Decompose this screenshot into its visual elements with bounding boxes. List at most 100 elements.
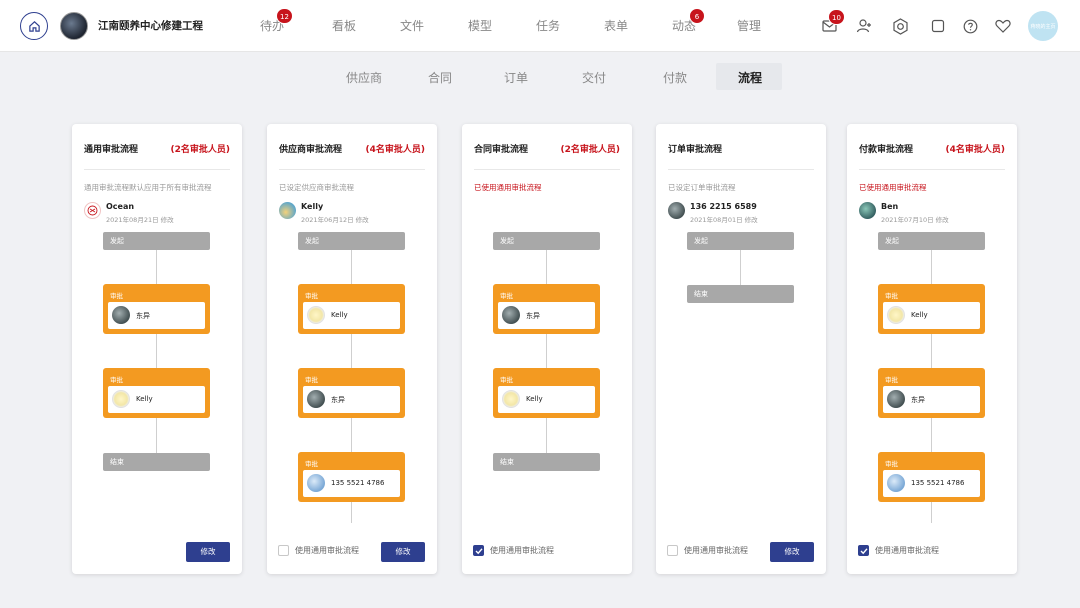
card-contract-workflow: 合同审批流程 (2名审批人员) 已使用通用审批流程 发起 审批 东异 审批 Ke… — [462, 124, 632, 574]
home-button[interactable] — [20, 12, 48, 40]
approval-node[interactable]: 审批 东异 — [493, 284, 600, 334]
approver-avatar — [887, 306, 905, 324]
help-icon[interactable] — [961, 17, 979, 35]
edit-button[interactable]: 修改 — [770, 542, 814, 562]
nav-forms[interactable]: 表单 — [604, 17, 628, 34]
approval-node[interactable]: 审批 135 5521 4786 — [298, 452, 405, 502]
approver-chip: 135 5521 4786 — [883, 470, 980, 497]
use-general-label[interactable]: 使用通用审批流程 — [490, 545, 554, 556]
approver-chip: 东异 — [498, 302, 595, 329]
settings-icon[interactable] — [891, 17, 909, 35]
approver-avatar — [502, 390, 520, 408]
approver-chip: 东异 — [108, 302, 205, 329]
card-title: 通用审批流程 — [84, 145, 139, 155]
nav-files[interactable]: 文件 — [400, 17, 424, 34]
approver-count: (2名审批人员) — [170, 145, 231, 155]
use-general-checkbox[interactable] — [667, 545, 678, 556]
project-title[interactable]: 江南颐养中心修建工程 — [98, 18, 203, 33]
approver-count: (4名审批人员) — [365, 145, 426, 155]
approval-label: 审批 — [500, 376, 513, 384]
tab-contracts[interactable]: 合同 — [428, 69, 452, 86]
top-bar: 江南颐养中心修建工程 待办 12 看板 文件 模型 任务 表单 动态 6 管理 … — [0, 0, 1080, 52]
nav-board[interactable]: 看板 — [332, 17, 356, 34]
approver-avatar — [307, 306, 325, 324]
approval-node[interactable]: 审批 东异 — [298, 368, 405, 418]
card-description: 已设定供应商审批流程 — [279, 183, 354, 192]
approver-name: 东异 — [136, 312, 150, 320]
card-description: 通用审批流程默认应用于所有审批流程 — [84, 183, 212, 192]
divider — [859, 169, 1005, 170]
approver-name: 东异 — [911, 396, 925, 404]
tab-orders[interactable]: 订单 — [504, 69, 528, 86]
approval-node[interactable]: 审批 Kelly — [493, 368, 600, 418]
approver-avatar — [502, 306, 520, 324]
approver-chip: Kelly — [498, 386, 595, 413]
edit-button[interactable]: 修改 — [186, 542, 230, 562]
editor-avatar — [859, 202, 876, 219]
approver-avatar — [112, 306, 130, 324]
use-general-checkbox-row[interactable]: 使用通用审批流程 — [667, 545, 748, 556]
approval-node[interactable]: 审批 Kelly — [298, 284, 405, 334]
approval-node[interactable]: 审批 Kelly — [103, 368, 210, 418]
end-node: 结束 — [493, 453, 600, 471]
card-title: 订单审批流程 — [668, 145, 723, 155]
editor-avatar — [668, 202, 685, 219]
card-description: 已设定订单审批流程 — [668, 183, 736, 192]
card-title: 供应商审批流程 — [279, 145, 343, 155]
use-general-checkbox[interactable] — [858, 545, 869, 556]
home-icon — [28, 20, 40, 32]
end-node: 结束 — [687, 285, 794, 303]
check-icon — [860, 547, 868, 554]
tab-workflow[interactable]: 流程 — [738, 69, 762, 86]
use-general-checkbox-row[interactable]: 使用通用审批流程 — [473, 545, 554, 556]
nav-tasks[interactable]: 任务 — [536, 17, 560, 34]
tab-payment[interactable]: 付款 — [663, 69, 687, 86]
use-general-label[interactable]: 使用通用审批流程 — [684, 545, 748, 556]
approver-chip: 135 5521 4786 — [303, 470, 400, 497]
approver-avatar — [307, 390, 325, 408]
approval-label: 审批 — [885, 460, 898, 468]
use-general-checkbox-row[interactable]: 使用通用审批流程 — [858, 545, 939, 556]
approval-label: 审批 — [110, 376, 123, 384]
use-general-checkbox[interactable] — [473, 545, 484, 556]
tab-delivery[interactable]: 交付 — [582, 69, 606, 86]
approver-name: 135 5521 4786 — [331, 479, 385, 487]
edit-button[interactable]: 修改 — [381, 542, 425, 562]
approval-node[interactable]: 审批 东异 — [878, 368, 985, 418]
check-icon — [475, 547, 483, 554]
start-node: 发起 — [493, 232, 600, 250]
nav-models[interactable]: 模型 — [468, 17, 492, 34]
approver-name: Kelly — [911, 311, 928, 319]
approval-node[interactable]: 审批 东异 — [103, 284, 210, 334]
project-avatar[interactable] — [60, 12, 88, 40]
heart-icon[interactable] — [994, 17, 1012, 35]
card-general-workflow: 通用审批流程 (2名审批人员) 通用审批流程默认应用于所有审批流程 Ocean … — [72, 124, 242, 574]
approver-name: Kelly — [526, 395, 543, 403]
editor-name: 136 2215 6589 — [690, 202, 757, 211]
card-supplier-workflow: 供应商审批流程 (4名审批人员) 已设定供应商审批流程 Kelly 2021年0… — [267, 124, 437, 574]
use-general-label[interactable]: 使用通用审批流程 — [295, 545, 359, 556]
approval-node[interactable]: 审批 Kelly — [878, 284, 985, 334]
use-general-checkbox-row[interactable]: 使用通用审批流程 — [278, 545, 359, 556]
card-payment-workflow: 付款审批流程 (4名审批人员) 已使用通用审批流程 Ben 2021年07月10… — [847, 124, 1017, 574]
divider — [279, 169, 425, 170]
approver-chip: Kelly — [303, 302, 400, 329]
divider — [474, 169, 620, 170]
start-node: 发起 — [103, 232, 210, 250]
approval-node[interactable]: 审批 135 5521 4786 — [878, 452, 985, 502]
tab-suppliers[interactable]: 供应商 — [346, 69, 382, 86]
edit-date: 2021年07月10日 修改 — [881, 216, 949, 224]
add-user-icon[interactable] — [855, 17, 873, 35]
user-avatar[interactable]: 蒋晓的主页 — [1028, 11, 1058, 41]
card-order-workflow: 订单审批流程 已设定订单审批流程 136 2215 6589 2021年08月0… — [656, 124, 826, 574]
approver-chip: 东异 — [303, 386, 400, 413]
approver-name: 东异 — [526, 312, 540, 320]
start-node: 发起 — [298, 232, 405, 250]
approval-label: 审批 — [885, 376, 898, 384]
nav-manage[interactable]: 管理 — [737, 17, 761, 34]
use-general-checkbox[interactable] — [278, 545, 289, 556]
fullscreen-icon[interactable] — [929, 17, 947, 35]
approver-avatar — [112, 390, 130, 408]
use-general-label[interactable]: 使用通用审批流程 — [875, 545, 939, 556]
approver-count: (4名审批人员) — [945, 145, 1006, 155]
